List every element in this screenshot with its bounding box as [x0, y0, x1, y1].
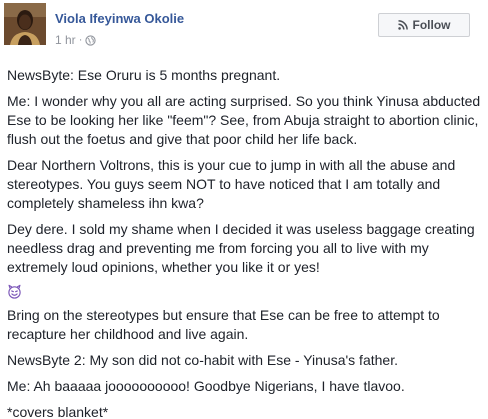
post-paragraph: Me: Ah baaaaa joooooooooo! Goodbye Niger… — [7, 378, 405, 394]
post-paragraph: Me: I wonder why you all are acting surp… — [7, 93, 481, 147]
timestamp-link[interactable]: 1 hr — [55, 33, 76, 47]
post-body: NewsByte: Ese Oruru is 5 months pregnant… — [7, 66, 481, 419]
post-paragraph: Bring on the stereotypes but ensure that… — [7, 307, 440, 342]
follow-label: Follow — [412, 18, 451, 32]
post-paragraph: Dey dere. I sold my shame when I decided… — [7, 221, 475, 275]
rss-icon — [397, 20, 408, 30]
devil-smile-icon — [7, 284, 481, 299]
profile-photo — [4, 3, 46, 45]
globe-icon[interactable] — [85, 34, 96, 46]
meta-separator: · — [78, 34, 83, 46]
post-meta: 1 hr · — [55, 33, 96, 47]
avatar[interactable] — [4, 3, 46, 45]
post-paragraph: NewsByte: Ese Oruru is 5 months pregnant… — [7, 67, 281, 83]
post-paragraph: NewsByte 2: My son did not co-habit with… — [7, 352, 398, 368]
facebook-post: Viola Ifeyinwa Okolie 1 hr · Follow News… — [0, 0, 488, 419]
post-paragraph: Dear Northern Voltrons, this is your cue… — [7, 157, 456, 211]
follow-button[interactable]: Follow — [378, 13, 470, 37]
post-paragraph: *covers blanket* — [7, 404, 109, 419]
author-name-link[interactable]: Viola Ifeyinwa Okolie — [55, 11, 184, 26]
